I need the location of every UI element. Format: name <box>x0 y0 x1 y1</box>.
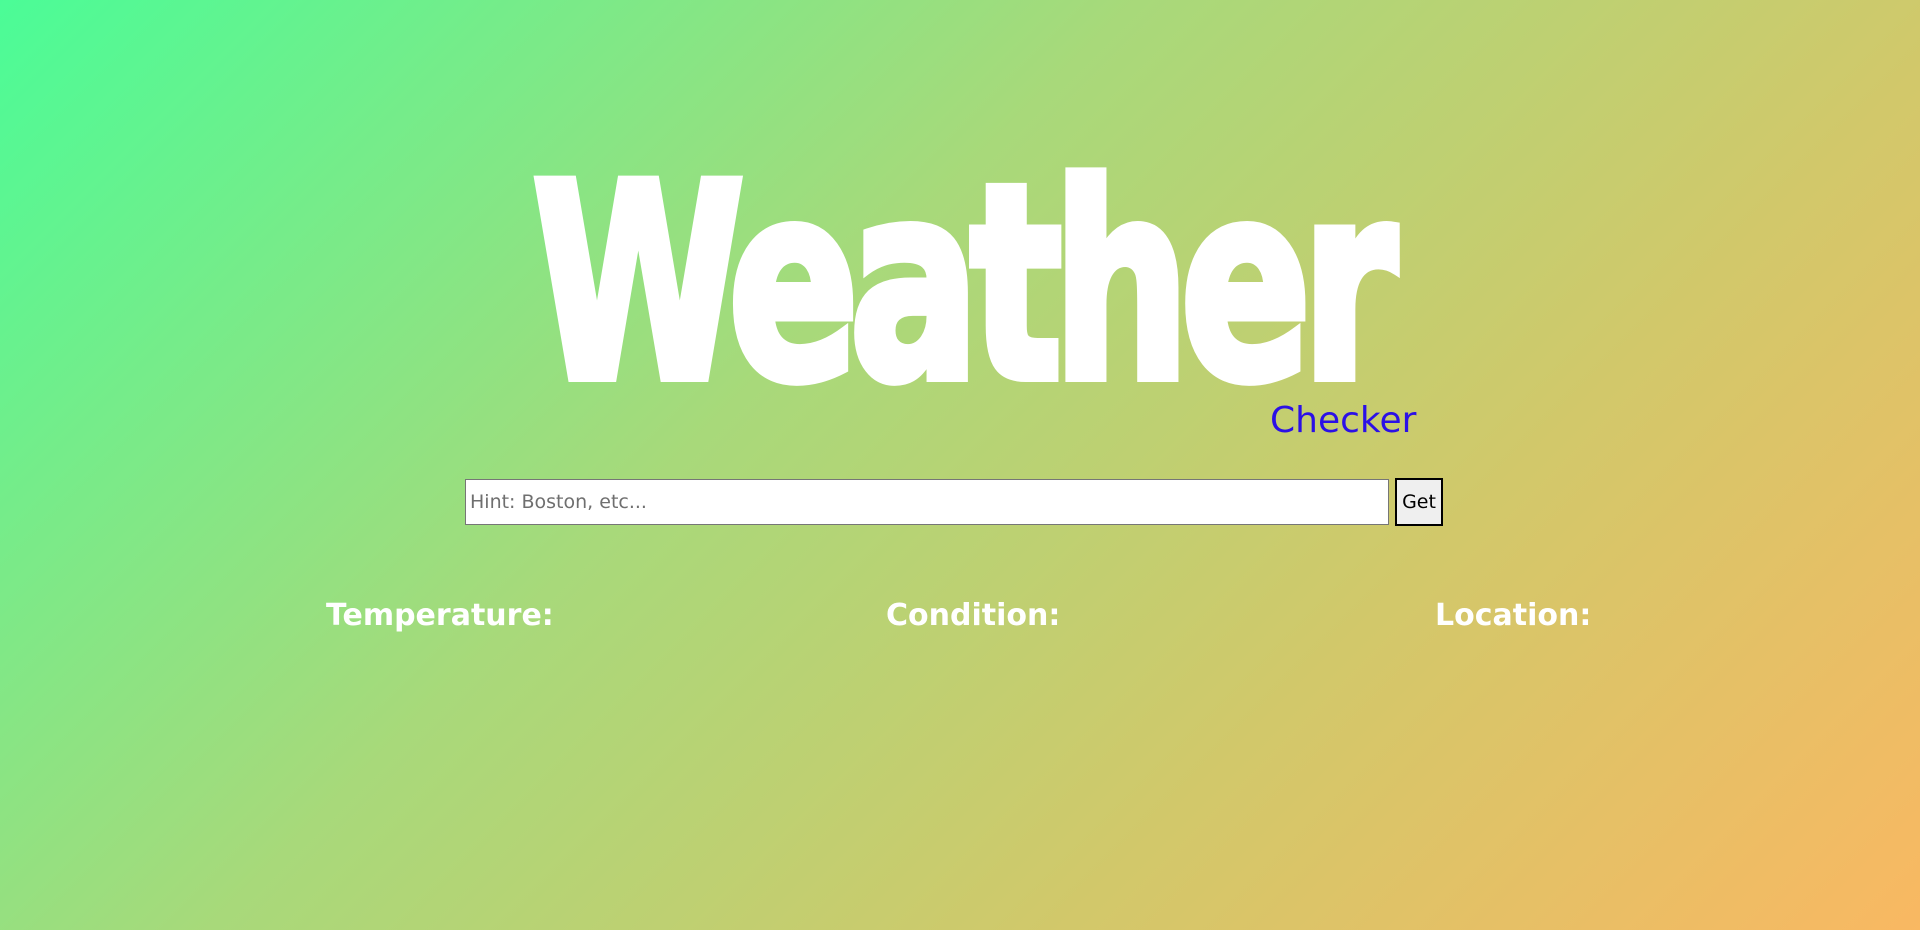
page-title: Weather <box>529 127 1401 441</box>
title-container: Weather <box>0 145 1920 424</box>
city-search-input[interactable] <box>465 479 1389 525</box>
get-weather-button[interactable]: Get <box>1395 478 1443 526</box>
search-row: Get <box>465 478 1443 526</box>
location-label: Location: <box>1435 598 1592 633</box>
temperature-label: Temperature: <box>326 598 554 633</box>
page-subtitle: Checker <box>1270 400 1417 441</box>
condition-label: Condition: <box>886 598 1061 633</box>
